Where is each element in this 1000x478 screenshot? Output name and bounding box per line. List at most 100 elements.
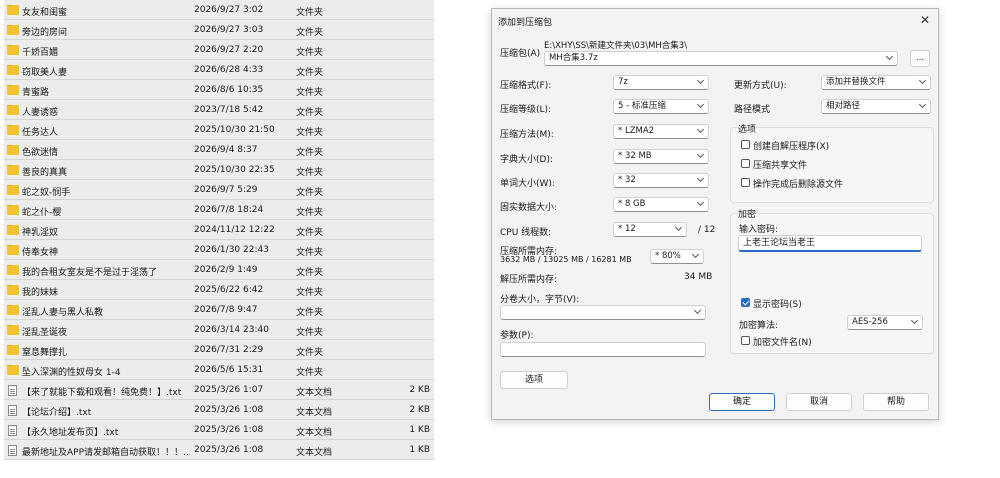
file-row[interactable]: 神乳淫奴 2024/11/12 12:22 文件夹: [4, 220, 434, 240]
sfx-checkbox[interactable]: [741, 140, 750, 149]
method-select[interactable]: * LZMA2: [613, 124, 709, 139]
chevron-down-icon[interactable]: [910, 316, 919, 325]
dict-value: * 32 MB: [618, 151, 652, 161]
folder-icon: [7, 45, 19, 55]
chevron-down-icon[interactable]: [696, 125, 705, 134]
file-row[interactable]: 善良的真真 2025/10/30 22:35 文件夹: [4, 160, 434, 180]
chevron-down-icon[interactable]: [696, 150, 705, 159]
file-date: 2025/10/30 21:50: [194, 125, 275, 135]
chevron-down-icon[interactable]: [693, 306, 702, 315]
file-row[interactable]: 淫乱圣诞夜 2026/3/14 23:40 文件夹: [4, 320, 434, 340]
chevron-down-icon[interactable]: [918, 100, 927, 109]
enc-names-checkbox[interactable]: [741, 336, 750, 345]
solid-select[interactable]: * 8 GB: [613, 197, 709, 212]
solid-label: 固实数据大小:: [500, 203, 558, 213]
show-password-checkbox[interactable]: [741, 298, 750, 307]
file-name: 善良的真真: [22, 168, 68, 178]
file-type: 文件夹: [296, 328, 324, 338]
file-type: 文件夹: [296, 108, 324, 118]
chevron-down-icon[interactable]: [696, 198, 705, 207]
file-row[interactable]: 坠入深渊的性奴母女 1-4 2026/5/6 15:31 文件夹: [4, 360, 434, 380]
file-type: 文件夹: [296, 308, 324, 318]
file-row[interactable]: 蛇之仆-樱 2026/7/8 18:24 文件夹: [4, 200, 434, 220]
level-select[interactable]: 5 - 标准压缩: [613, 99, 709, 114]
word-select[interactable]: * 32: [613, 173, 709, 188]
file-type: 文件夹: [296, 248, 324, 258]
archive-name-combo[interactable]: MH合集3.7z: [544, 51, 898, 66]
file-type: 文件夹: [296, 288, 324, 298]
chevron-down-icon[interactable]: [674, 223, 683, 232]
chevron-down-icon[interactable]: [696, 174, 705, 183]
chevron-down-icon[interactable]: [691, 250, 700, 259]
chevron-down-icon[interactable]: [918, 76, 927, 85]
file-row[interactable]: 人妻诱惑 2023/7/18 5:42 文件夹: [4, 100, 434, 120]
file-row[interactable]: 千娇百媚 2026/9/27 2:20 文件夹: [4, 40, 434, 60]
file-row[interactable]: 我的妹妹 2025/6/22 6:42 文件夹: [4, 280, 434, 300]
method-value: * LZMA2: [618, 126, 655, 136]
dict-select[interactable]: * 32 MB: [613, 149, 709, 164]
ok-button[interactable]: 确定: [709, 393, 775, 411]
file-row[interactable]: 旁边的房间 2026/9/27 3:03 文件夹: [4, 20, 434, 40]
chevron-down-icon[interactable]: [696, 76, 705, 85]
file-type: 文件夹: [296, 148, 324, 158]
options-button[interactable]: 选项: [500, 371, 568, 389]
text-file-icon: [8, 445, 17, 456]
browse-button[interactable]: ...: [910, 50, 930, 67]
folder-icon: [7, 5, 19, 15]
chevron-down-icon[interactable]: [885, 52, 894, 61]
enc-method-value: AES-256: [852, 317, 888, 327]
folder-icon: [7, 185, 19, 195]
update-select[interactable]: 添加并替换文件: [821, 75, 931, 90]
options-group-title: 选项: [738, 125, 757, 135]
file-type: 文件夹: [296, 228, 324, 238]
mem-decomp-label: 解压所需内存:: [500, 275, 558, 285]
file-type: 文件夹: [296, 8, 324, 18]
file-row[interactable]: 淫乱人妻与黑人私教 2026/7/8 9:47 文件夹: [4, 300, 434, 320]
shared-checkbox[interactable]: [741, 159, 750, 168]
enc-method-select[interactable]: AES-256: [847, 315, 923, 330]
file-row[interactable]: 青蜜路 2026/8/6 10:35 文件夹: [4, 80, 434, 100]
close-icon[interactable]: ✕: [920, 13, 930, 27]
delete-checkbox[interactable]: [741, 178, 750, 187]
file-name: 【论坛介绍】.txt: [22, 408, 92, 418]
level-value: 5 - 标准压缩: [618, 101, 666, 111]
format-value: 7z: [618, 77, 628, 87]
file-row[interactable]: 蛇之奴-悯手 2026/9/7 5:29 文件夹: [4, 180, 434, 200]
path-select[interactable]: 相对路径: [821, 99, 931, 114]
help-button[interactable]: 帮助: [863, 393, 929, 411]
file-row[interactable]: 我的合租女室友是不是过于淫荡了 2026/2/9 1:49 文件夹: [4, 260, 434, 280]
file-row[interactable]: 色欲迷情 2026/9/4 8:37 文件夹: [4, 140, 434, 160]
file-row[interactable]: 【论坛介绍】.txt 2025/3/26 1:08 文本文档 2 KB: [4, 400, 434, 420]
file-name: 蛇之奴-悯手: [22, 188, 71, 198]
cancel-button[interactable]: 取消: [786, 393, 852, 411]
chevron-down-icon[interactable]: [696, 100, 705, 109]
file-name: 淫乱人妻与黑人私教: [22, 308, 104, 318]
password-input[interactable]: 上老王论坛当老王: [738, 235, 922, 252]
mem-percent-select[interactable]: * 80%: [650, 249, 704, 264]
format-select[interactable]: 7z: [613, 75, 709, 90]
folder-icon: [7, 105, 19, 115]
cpu-select[interactable]: * 12: [613, 222, 687, 237]
file-date: 2026/7/8 9:47: [194, 305, 258, 315]
split-combo[interactable]: [500, 305, 706, 320]
file-row[interactable]: 【来了就能下载和观看！纯免费！】.txt 2025/3/26 1:07 文本文档 2 …: [4, 380, 434, 400]
file-name: 神乳淫奴: [22, 228, 59, 238]
file-name: 淫乱圣诞夜: [22, 328, 68, 338]
file-row[interactable]: 窒息舞撑扎 2026/7/31 2:29 文件夹: [4, 340, 434, 360]
file-date: 2026/5/6 15:31: [194, 365, 264, 375]
file-size: 2 KB: [409, 385, 430, 395]
mem-decomp-value: 34 MB: [684, 272, 713, 282]
folder-icon: [7, 205, 19, 215]
file-date: 2026/7/31 2:29: [194, 345, 264, 355]
text-file-icon: [8, 425, 17, 436]
file-row[interactable]: 最新地址及APP请发邮箱自动获取！！！.... 2025/3/26 1:08 文本文…: [4, 440, 434, 460]
delete-label: 操作完成后删除源文件: [753, 180, 844, 190]
file-row[interactable]: 侍奉女神 2026/1/30 22:43 文件夹: [4, 240, 434, 260]
file-row[interactable]: 女友和闺蜜 2026/9/27 3:02 文件夹: [4, 0, 434, 20]
file-row[interactable]: 任务达人 2025/10/30 21:50 文件夹: [4, 120, 434, 140]
params-input[interactable]: [500, 342, 706, 357]
file-row[interactable]: 窃取美人妻 2026/6/28 4:33 文件夹: [4, 60, 434, 80]
file-date: 2023/7/18 5:42: [194, 105, 264, 115]
file-type: 文件夹: [296, 28, 324, 38]
file-row[interactable]: 【永久地址发布页】.txt 2025/3/26 1:08 文本文档 1 KB: [4, 420, 434, 440]
